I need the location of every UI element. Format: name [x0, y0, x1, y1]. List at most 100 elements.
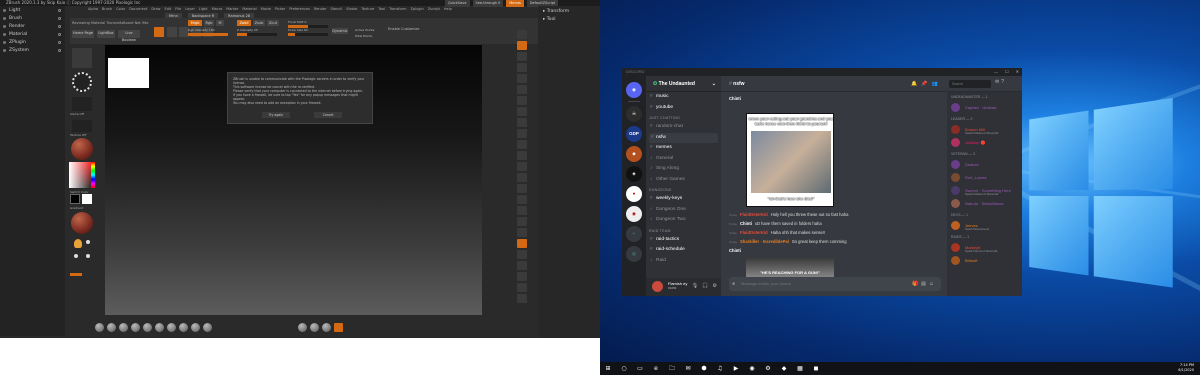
rgb-intensity-slider[interactable] — [188, 33, 228, 36]
tool-menu[interactable]: ▸ Tool — [538, 17, 600, 22]
left-panel-item[interactable]: Material — [0, 30, 65, 38]
taskbar-icon[interactable]: ⬢ — [696, 362, 712, 375]
channel-item[interactable]: memes — [646, 143, 721, 154]
texture-preview-icon[interactable] — [72, 120, 92, 132]
tool-icon[interactable] — [517, 140, 527, 149]
material-sphere-icon[interactable] — [71, 138, 93, 160]
zcut-toggle[interactable]: Zcut — [267, 20, 279, 26]
live-boolean-button[interactable]: Live Boolean — [118, 30, 140, 42]
menu-item[interactable]: Draw — [151, 6, 160, 13]
menu-item[interactable]: Brush — [102, 6, 112, 13]
brush-icon[interactable] — [143, 322, 152, 332]
secondary-color-swatch[interactable] — [82, 194, 92, 204]
member[interactable]: Swerve · Something Here Sparkl Medal of M… — [947, 184, 1022, 197]
pin-icon[interactable] — [58, 32, 61, 36]
server-icon[interactable]: ◉ — [626, 206, 642, 222]
menu-item[interactable]: Tool — [378, 6, 385, 13]
try-again-button[interactable]: Try again — [262, 112, 290, 118]
channel-item[interactable]: music — [646, 92, 721, 103]
tool-icon[interactable] — [517, 74, 527, 83]
taskbar-icon[interactable]: ○ — [616, 362, 632, 375]
material-sphere-icon[interactable] — [71, 212, 93, 234]
discord-home-icon[interactable]: ◉ — [626, 82, 642, 98]
member[interactable]: Natrula · Sinkwillanes — [947, 197, 1022, 210]
light-small-icon[interactable] — [86, 240, 90, 244]
taskbar-icon[interactable]: ◉ — [744, 362, 760, 375]
server-icon[interactable]: ● — [626, 186, 642, 202]
server-icon[interactable]: ☠ — [626, 106, 642, 122]
menu-item[interactable]: Help — [444, 6, 452, 13]
member[interactable]: Dealuto — [947, 158, 1022, 171]
tool-icon[interactable] — [517, 283, 527, 292]
channel-item[interactable]: raid-schedule — [646, 245, 721, 256]
tool-icon[interactable] — [517, 107, 527, 116]
light-small-icon[interactable] — [86, 254, 90, 258]
brush-icon[interactable] — [167, 322, 176, 332]
tool-icon[interactable] — [517, 162, 527, 171]
headphones-icon[interactable]: 🎧 — [702, 283, 708, 289]
home-page-tab[interactable]: Home Page — [72, 30, 94, 38]
mrgb-toggle[interactable]: Mrgb — [188, 20, 202, 26]
gear-icon[interactable]: ⚙ — [713, 283, 717, 289]
member[interactable]: Jeeves Sparkl Elvestreets — [947, 219, 1022, 232]
search-input[interactable]: Search — [949, 80, 991, 88]
tool-icon[interactable] — [517, 250, 527, 259]
tool-icon[interactable] — [517, 63, 527, 72]
taskbar-icon[interactable]: ▭ — [632, 362, 648, 375]
explore-servers-icon[interactable]: ◎ — [626, 246, 642, 262]
menu-item[interactable]: Movie — [261, 6, 271, 13]
edit-button[interactable] — [154, 27, 164, 37]
channel-item[interactable]: weekly-keys — [646, 194, 721, 205]
channel-item[interactable]: General — [646, 154, 721, 165]
menu-item[interactable]: Stroke — [346, 6, 357, 13]
server-icon[interactable]: ◆ — [626, 146, 642, 162]
brush-icon[interactable] — [191, 322, 200, 332]
menu-item[interactable]: Color — [116, 6, 125, 13]
menu-item[interactable]: Light — [199, 6, 208, 13]
brush-icon[interactable] — [179, 322, 188, 332]
channel-item[interactable]: raid-tactics — [646, 235, 721, 246]
taskbar-icon[interactable]: ◼ — [808, 362, 824, 375]
menu-item[interactable]: File — [175, 6, 181, 13]
taskbar-icon[interactable]: ♫ — [712, 362, 728, 375]
taskbar-icon[interactable]: ⊞ — [600, 362, 616, 375]
tool-icon[interactable] — [517, 294, 527, 303]
tool-icon[interactable] — [517, 206, 527, 215]
menu-item[interactable]: Stencil — [330, 6, 342, 13]
left-panel-item[interactable]: Light — [0, 6, 65, 14]
menu-item[interactable]: Macro — [212, 6, 223, 13]
channel-item[interactable]: Dungeon One — [646, 205, 721, 216]
tool-icon[interactable] — [517, 118, 527, 127]
member[interactable]: Britsoft — [947, 254, 1022, 267]
tool-icon[interactable] — [517, 151, 527, 160]
rgb-toggle[interactable]: Rgb — [204, 20, 214, 26]
menu-item[interactable]: Material — [242, 6, 256, 13]
brush-icon[interactable] — [119, 322, 128, 332]
maximize-button[interactable]: ☐ — [1005, 68, 1009, 76]
menu-item[interactable]: Preferences — [289, 6, 310, 13]
menu-item[interactable]: Picker — [275, 6, 285, 13]
tool-icon[interactable] — [517, 96, 527, 105]
tool-icon[interactable] — [517, 195, 527, 204]
avatar[interactable] — [652, 281, 663, 292]
material-icon[interactable] — [310, 322, 319, 332]
pin-icon[interactable] — [58, 40, 61, 44]
message-author[interactable]: FluidOsterKid — [740, 212, 768, 217]
left-panel-item[interactable]: ZSystem — [0, 46, 65, 54]
material-icon[interactable] — [334, 322, 343, 332]
tool-icon[interactable] — [517, 228, 527, 237]
tool-icon[interactable] — [517, 52, 527, 61]
alpha-preview-icon[interactable] — [72, 97, 92, 111]
tool-icon[interactable] — [517, 239, 527, 248]
m-toggle[interactable]: M — [216, 20, 224, 26]
brush-icon[interactable] — [131, 322, 140, 332]
menu-item[interactable]: Transform — [389, 6, 406, 13]
server-icon-gdp[interactable]: GDP — [626, 126, 642, 142]
lightbox-tab[interactable]: LightBox — [97, 30, 115, 38]
channel-item[interactable]: Raid — [646, 256, 721, 267]
stroke-preview-icon[interactable] — [72, 72, 92, 92]
brush-icon[interactable] — [95, 322, 104, 332]
material-icon[interactable] — [322, 322, 331, 332]
pin-icon[interactable] — [58, 24, 61, 28]
meme-image[interactable]: "HE'S REACHING FOR A GUN!" — [746, 258, 834, 278]
